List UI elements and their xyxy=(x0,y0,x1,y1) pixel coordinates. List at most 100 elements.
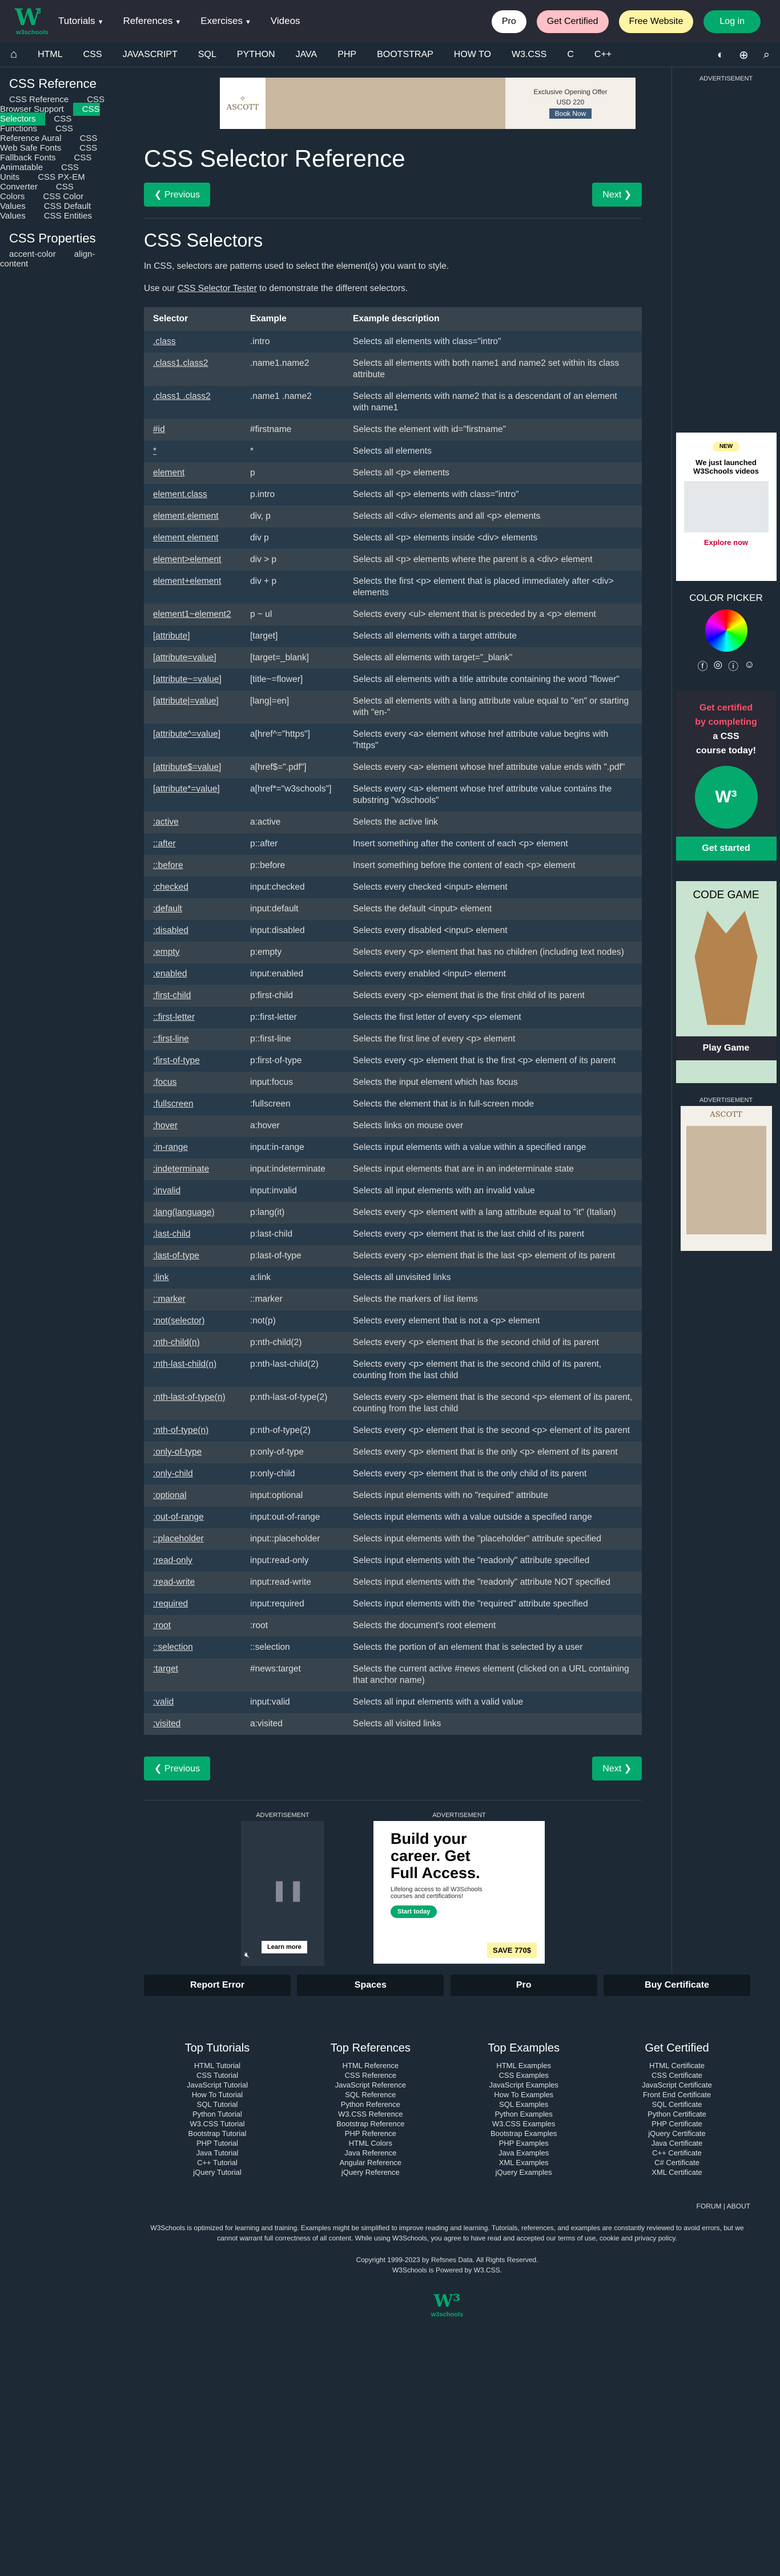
selector-link[interactable]: ::before xyxy=(153,861,183,870)
explore-now-link[interactable]: Explore now xyxy=(676,538,777,547)
footer-link[interactable]: CSS Examples xyxy=(451,2070,597,2080)
footer-link[interactable]: Python Reference xyxy=(297,2099,444,2109)
footer-link[interactable]: JavaScript Examples xyxy=(451,2080,597,2090)
selector-link[interactable]: :out-of-range xyxy=(153,1512,204,1522)
nav-java[interactable]: JAVA xyxy=(286,42,328,67)
footer-link[interactable]: CSS Certificate xyxy=(604,2070,750,2080)
selector-link[interactable]: element.class xyxy=(153,490,207,499)
selector-link[interactable]: ::placeholder xyxy=(153,1534,204,1544)
ad-book-button[interactable]: Book Now xyxy=(549,108,592,119)
footer-link[interactable]: Bootstrap Examples xyxy=(451,2129,597,2138)
footer-link[interactable]: jQuery Certificate xyxy=(604,2129,750,2138)
footer-link[interactable]: How To Tutorial xyxy=(144,2090,291,2099)
selector-link[interactable]: #id xyxy=(153,425,165,434)
selector-link[interactable]: :hover xyxy=(153,1121,178,1130)
selector-link[interactable]: .class1.class2 xyxy=(153,358,208,368)
selector-link[interactable]: element element xyxy=(153,533,219,543)
footer-link[interactable]: jQuery Reference xyxy=(297,2167,444,2177)
selector-link[interactable]: element xyxy=(153,468,184,478)
selector-link[interactable]: :first-of-type xyxy=(153,1056,200,1065)
nav-css[interactable]: CSS xyxy=(73,42,112,67)
selector-link[interactable]: [attribute|=value] xyxy=(153,696,219,706)
selector-link[interactable]: [attribute*=value] xyxy=(153,784,220,794)
selector-link[interactable]: .class1 .class2 xyxy=(153,391,211,401)
selector-link[interactable]: :lang(language) xyxy=(153,1208,215,1217)
footer-pro-button[interactable]: Pro xyxy=(450,1975,597,1996)
selector-link[interactable]: element1~element2 xyxy=(153,609,231,619)
footer-link[interactable]: HTML Colors xyxy=(297,2138,444,2148)
selector-link[interactable]: :first-child xyxy=(153,991,191,1000)
selector-link[interactable]: ::after xyxy=(153,839,176,849)
sidebar-item[interactable]: CSS Entities xyxy=(35,209,101,223)
footer-spaces-button[interactable]: Spaces xyxy=(297,1975,444,1996)
selector-link[interactable]: :read-only xyxy=(153,1556,192,1565)
nav-bootstrap[interactable]: BOOTSTRAP xyxy=(367,42,444,67)
side-advertisement[interactable]: ASCOTT xyxy=(680,1106,772,1251)
footer-link[interactable]: SQL Examples xyxy=(451,2099,597,2109)
selector-link[interactable]: :valid xyxy=(153,1697,174,1707)
footer-link[interactable]: Angular Reference xyxy=(297,2158,444,2167)
selector-link[interactable]: :indeterminate xyxy=(153,1164,209,1174)
selector-link[interactable]: :checked xyxy=(153,882,188,892)
previous-button-bottom[interactable]: ❮ Previous xyxy=(144,1757,211,1780)
selector-link[interactable]: :enabled xyxy=(153,969,187,979)
footer-link[interactable]: W3.CSS Examples xyxy=(451,2119,597,2129)
selector-link[interactable]: :empty xyxy=(153,947,180,957)
top-menu-tutorials[interactable]: Tutorials ▼ xyxy=(58,15,103,27)
footer-link[interactable]: JavaScript Tutorial xyxy=(144,2080,291,2090)
footer-link[interactable]: Python Certificate xyxy=(604,2109,750,2119)
nav-html[interactable]: HTML xyxy=(27,42,73,67)
selector-link[interactable]: [attribute=value] xyxy=(153,653,216,663)
get-started-button[interactable]: Get started xyxy=(676,837,777,861)
selector-link[interactable]: :link xyxy=(153,1273,169,1282)
footer-link[interactable]: W3.CSS Tutorial xyxy=(144,2119,291,2129)
footer-buy-certificate-button[interactable]: Buy Certificate xyxy=(603,1975,750,1996)
footer-link[interactable]: C++ Tutorial xyxy=(144,2158,291,2167)
selector-link[interactable]: :read-write xyxy=(153,1577,195,1587)
search-icon[interactable]: ⌕ xyxy=(763,49,770,62)
footer-link[interactable]: SQL Tutorial xyxy=(144,2099,291,2109)
selector-tester-link[interactable]: CSS Selector Tester xyxy=(178,284,257,293)
video-advertisement[interactable]: ❚❚ Learn more 🔇︎ xyxy=(241,1821,324,1966)
footer-link[interactable]: Bootstrap Reference xyxy=(297,2119,444,2129)
top-menu-videos[interactable]: Videos xyxy=(271,15,300,27)
selector-link[interactable]: :optional xyxy=(153,1491,187,1500)
footer-link[interactable]: Python Tutorial xyxy=(144,2109,291,2119)
discord-icon[interactable]: ☺ xyxy=(744,659,754,673)
selector-link[interactable]: :in-range xyxy=(153,1142,188,1152)
selector-link[interactable]: [attribute$=value] xyxy=(153,762,221,772)
pro-button[interactable]: Pro xyxy=(491,10,526,33)
selector-link[interactable]: :active xyxy=(153,817,179,827)
nav-sql[interactable]: SQL xyxy=(188,42,227,67)
footer-link[interactable]: Python Examples xyxy=(451,2109,597,2119)
selector-link[interactable]: [attribute~=value] xyxy=(153,675,222,684)
footer-link[interactable]: Java Examples xyxy=(451,2148,597,2158)
selector-link[interactable]: :target xyxy=(153,1664,178,1674)
selector-link[interactable]: :visited xyxy=(153,1719,180,1729)
home-icon[interactable]: ⌂ xyxy=(0,42,27,67)
footer-link[interactable]: Java Reference xyxy=(297,2148,444,2158)
selector-link[interactable]: :last-child xyxy=(153,1229,190,1239)
footer-link[interactable]: jQuery Tutorial xyxy=(144,2167,291,2177)
nav-w3-css[interactable]: W3.CSS xyxy=(501,42,557,67)
selector-link[interactable]: .class xyxy=(153,337,176,346)
selector-link[interactable]: :nth-last-of-type(n) xyxy=(153,1392,226,1402)
selector-link[interactable]: element,element xyxy=(153,511,219,521)
top-advertisement[interactable]: ✧ ASCOTT Exclusive Opening Offer USD 220 … xyxy=(220,78,636,129)
footer-report-error-button[interactable]: Report Error xyxy=(144,1975,291,1996)
selector-link[interactable]: :focus xyxy=(153,1077,176,1087)
start-today-button[interactable]: Start today xyxy=(391,1905,437,1918)
footer-link[interactable]: C# Certificate xyxy=(604,2158,750,2167)
next-button-bottom[interactable]: Next ❯ xyxy=(592,1757,642,1780)
certification-advertisement[interactable]: Build your career. Get Full Access. Life… xyxy=(373,1821,545,1964)
selector-link[interactable]: :nth-of-type(n) xyxy=(153,1426,208,1435)
footer-link[interactable]: XML Certificate xyxy=(604,2167,750,2177)
footer-link[interactable]: JavaScript Reference xyxy=(297,2080,444,2090)
top-menu-exercises[interactable]: Exercises ▼ xyxy=(200,15,251,27)
footer-link[interactable]: Java Tutorial xyxy=(144,2148,291,2158)
footer-link[interactable]: W3.CSS Reference xyxy=(297,2109,444,2119)
selector-link[interactable]: :nth-last-child(n) xyxy=(153,1359,216,1369)
selector-link[interactable]: ::first-line xyxy=(153,1034,189,1044)
selector-link[interactable]: :default xyxy=(153,904,182,914)
free-website-button[interactable]: Free Website xyxy=(618,10,694,33)
